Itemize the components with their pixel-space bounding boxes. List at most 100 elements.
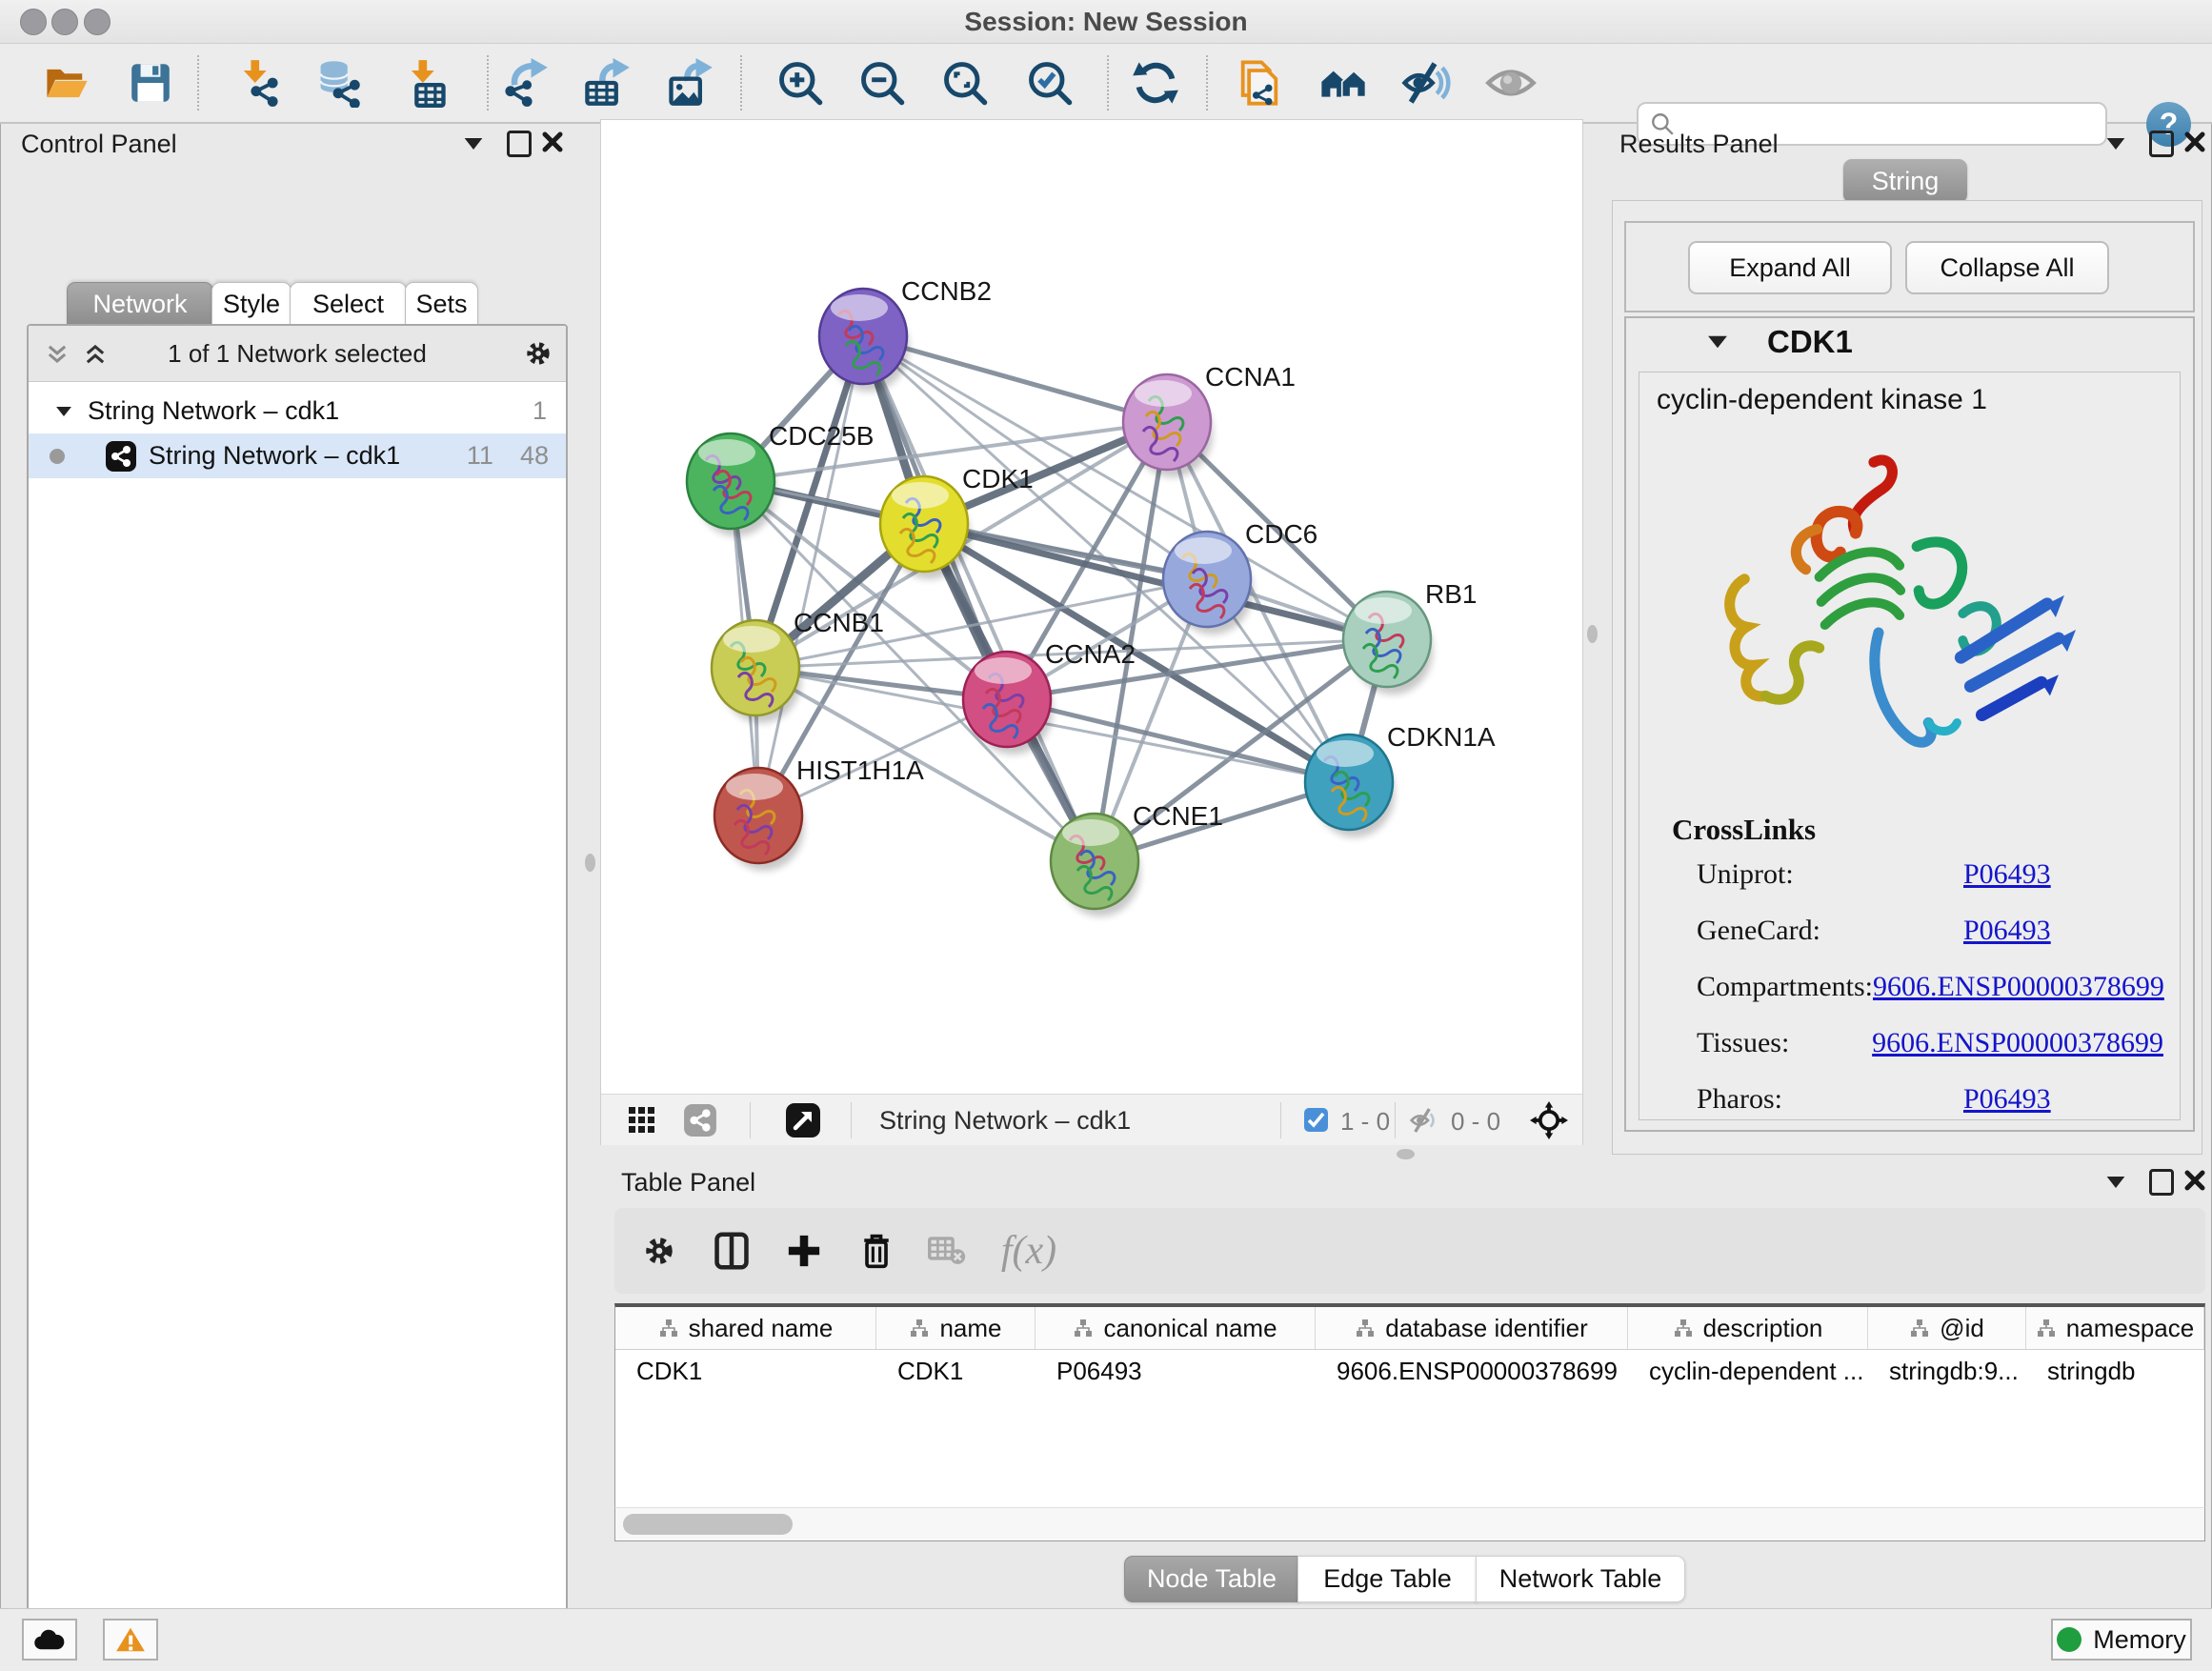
splitter-handle[interactable] xyxy=(585,854,595,872)
column-header-name[interactable]: name xyxy=(876,1307,1036,1349)
table-cell[interactable]: 9606.ENSP00000378699 xyxy=(1316,1350,1628,1392)
crosslink-link[interactable]: P06493 xyxy=(1963,915,2051,947)
grid-view-icon[interactable] xyxy=(628,1106,656,1135)
table-row[interactable]: CDK1CDK1P064939606.ENSP00000378699cyclin… xyxy=(615,1350,2204,1392)
close-panel-icon[interactable] xyxy=(2183,1169,2206,1192)
network-edge[interactable] xyxy=(758,336,863,815)
column-header-canonical-name[interactable]: canonical name xyxy=(1036,1307,1316,1349)
crosslinks-list: Uniprot:P06493GeneCard:P06493Compartment… xyxy=(1697,858,2163,1139)
node-label: CCNA1 xyxy=(1205,362,1296,392)
import-network-database-button[interactable] xyxy=(312,56,365,110)
delete-column-button[interactable] xyxy=(855,1229,898,1273)
crosslink-link[interactable]: 9606.ENSP00000378699 xyxy=(1873,971,2164,1003)
column-header-label: canonical name xyxy=(1103,1314,1277,1343)
clone-network-button[interactable] xyxy=(1233,56,1286,110)
first-neighbors-button[interactable] xyxy=(1317,56,1371,110)
table-horizontal-scrollbar[interactable] xyxy=(614,1507,2205,1541)
table-settings-button[interactable] xyxy=(637,1229,681,1273)
warnings-button[interactable] xyxy=(103,1619,158,1661)
network-edge[interactable] xyxy=(1007,699,1349,782)
close-panel-icon[interactable] xyxy=(541,131,564,153)
tree-expander-icon[interactable] xyxy=(56,406,71,415)
open-session-button[interactable] xyxy=(40,56,93,110)
network-node-count: 11 xyxy=(467,441,493,471)
tab-network-table[interactable]: Network Table xyxy=(1476,1556,1685,1602)
column-header-shared-name[interactable]: shared name xyxy=(615,1307,876,1349)
tab-edge-table[interactable]: Edge Table xyxy=(1297,1556,1478,1602)
hide-annotations-button[interactable] xyxy=(1399,56,1453,110)
export-network-button[interactable] xyxy=(498,56,552,110)
network-canvas[interactable]: CCNB2CCNA1CDC25BCDK1CDC6RB1CCNB1CCNA2CDK… xyxy=(601,120,1582,1093)
network-node-CCNB1[interactable]: CCNB1 xyxy=(712,608,884,723)
column-header-description[interactable]: description xyxy=(1628,1307,1868,1349)
selected-checkbox-icon[interactable] xyxy=(1303,1107,1329,1133)
zoom-selected-button[interactable] xyxy=(1023,56,1076,110)
collection-count: 1 xyxy=(533,396,547,426)
expand-all-button[interactable]: Expand All xyxy=(1688,241,1892,294)
export-table-button[interactable] xyxy=(580,56,633,110)
column-header-database-identifier[interactable]: database identifier xyxy=(1316,1307,1628,1349)
splitter-handle[interactable] xyxy=(1587,625,1598,643)
table-cell[interactable]: stringdb xyxy=(2026,1350,2204,1392)
import-table-file-button[interactable] xyxy=(398,56,452,110)
network-node-CCNA1[interactable]: CCNA1 xyxy=(1123,362,1296,477)
panel-menu-icon[interactable] xyxy=(2107,138,2125,150)
column-header-namespace[interactable]: namespace xyxy=(2026,1307,2204,1349)
tab-style[interactable]: Style xyxy=(211,282,292,327)
warning-icon xyxy=(115,1626,146,1653)
birds-eye-toggle-icon[interactable] xyxy=(1530,1101,1568,1139)
window-title: Session: New Session xyxy=(0,7,2212,37)
scrollbar-thumb[interactable] xyxy=(623,1514,793,1535)
table-cell[interactable]: P06493 xyxy=(1036,1350,1316,1392)
crosslink-link[interactable]: P06493 xyxy=(1963,1083,2051,1116)
memory-status-dot xyxy=(2057,1627,2081,1652)
zoom-in-button[interactable] xyxy=(774,56,827,110)
save-session-button[interactable] xyxy=(124,56,177,110)
panel-menu-icon[interactable] xyxy=(465,138,483,150)
table-cell[interactable]: CDK1 xyxy=(615,1350,876,1392)
tab-select[interactable]: Select xyxy=(290,282,407,327)
network-node-CDK1[interactable]: CDK1 xyxy=(880,464,1034,579)
export-image-button[interactable] xyxy=(663,56,716,110)
gear-icon[interactable] xyxy=(522,337,554,370)
collapse-all-button[interactable]: Collapse All xyxy=(1905,241,2109,294)
table-cell[interactable]: cyclin-dependent ... xyxy=(1628,1350,1868,1392)
tab-string[interactable]: String xyxy=(1843,159,1967,203)
float-panel-icon[interactable] xyxy=(2149,1169,2174,1196)
table-cell[interactable]: stringdb:9... xyxy=(1868,1350,2026,1392)
close-panel-icon[interactable] xyxy=(2183,131,2206,153)
apply-layout-button[interactable] xyxy=(1129,56,1182,110)
delete-table-button[interactable] xyxy=(925,1229,969,1273)
network-node-HIST1H1A[interactable]: HIST1H1A xyxy=(714,755,924,871)
detach-view-icon[interactable] xyxy=(784,1101,822,1139)
splitter-handle[interactable] xyxy=(1397,1149,1415,1159)
node-label: CCNB1 xyxy=(794,608,884,637)
cloud-status-button[interactable] xyxy=(22,1619,77,1661)
crosslink-link[interactable]: P06493 xyxy=(1963,858,2051,891)
import-network-file-button[interactable] xyxy=(231,56,285,110)
crosslink-label: Compartments: xyxy=(1697,971,1873,1003)
memory-button[interactable]: Memory xyxy=(2051,1619,2192,1661)
network-node-CCNE1[interactable]: CCNE1 xyxy=(1051,801,1223,916)
tab-node-table[interactable]: Node Table xyxy=(1124,1556,1299,1602)
column-header--id[interactable]: @id xyxy=(1868,1307,2026,1349)
network-node-CDKN1A[interactable]: CDKN1A xyxy=(1305,722,1496,837)
float-panel-icon[interactable] xyxy=(507,131,532,157)
crosslink-link[interactable]: 9606.ENSP00000378699 xyxy=(1872,1027,2163,1059)
zoom-fit-content-button[interactable] xyxy=(938,56,992,110)
network-node-RB1[interactable]: RB1 xyxy=(1343,579,1477,695)
show-columns-button[interactable] xyxy=(710,1229,754,1273)
section-expander-icon[interactable] xyxy=(1708,336,1727,349)
table-cell[interactable]: CDK1 xyxy=(876,1350,1036,1392)
tab-network[interactable]: Network xyxy=(67,282,213,327)
tab-sets[interactable]: Sets xyxy=(405,282,478,327)
float-panel-icon[interactable] xyxy=(2149,131,2174,157)
tree-network-row[interactable]: String Network – cdk1 11 48 xyxy=(29,433,566,478)
zoom-out-button[interactable] xyxy=(855,56,909,110)
function-builder-button[interactable]: f(x) xyxy=(992,1229,1066,1273)
create-column-button[interactable] xyxy=(782,1229,826,1273)
tree-collection-row[interactable]: String Network – cdk1 1 xyxy=(29,389,566,433)
network-view-icon[interactable] xyxy=(683,1103,717,1137)
show-hide-graphics-button[interactable] xyxy=(1484,56,1538,110)
panel-menu-icon[interactable] xyxy=(2107,1177,2125,1188)
